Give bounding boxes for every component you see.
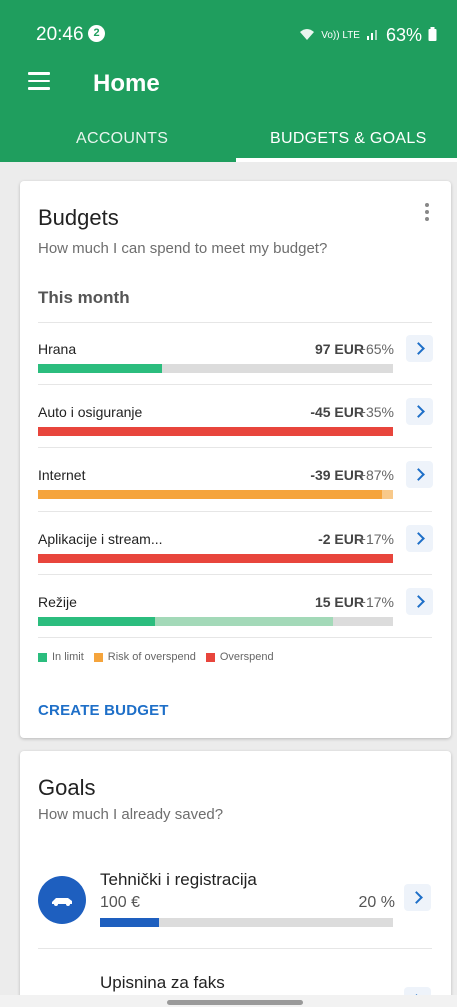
budget-percent: −17% [357,594,394,610]
car-icon [38,876,86,924]
goal-percent: 20 % [358,894,395,911]
budget-percent: +17% [357,531,394,547]
legend-label: Overspend [219,651,274,663]
budget-amount: -45 EUR [310,404,364,420]
divider [38,637,432,638]
divider [38,384,432,385]
budget-progress-fill [38,554,393,563]
create-budget-button[interactable]: CREATE BUDGET [38,702,169,719]
more-options-icon[interactable] [425,203,429,224]
budgets-subtitle: How much I can spend to meet my budget? [38,240,328,257]
budget-progress-fill [155,617,333,626]
budget-amount: -39 EUR [310,467,364,483]
budget-name: Aplikacije i stream... [38,531,163,547]
notification-count-badge: 2 [88,25,105,42]
budget-amount: 15 EUR [314,594,364,610]
goal-progress-bar [100,918,393,927]
budget-progress-fill [38,364,163,373]
divider [38,574,432,575]
wifi-icon [299,25,315,46]
signal-icon [366,25,380,46]
battery-label: 63% [385,25,422,45]
status-time: 20:46 [36,24,84,45]
divider [38,447,432,448]
goal-name: Tehnički i registracija [100,870,257,889]
budgets-card: Budgets How much I can spend to meet my … [20,181,451,738]
active-tab-indicator [236,158,457,162]
budget-amount: 97 EUR [314,341,364,357]
chevron-right-icon[interactable] [406,588,433,615]
status-bar: 20:46 2 Vo)) LTE 63% [0,0,457,46]
period-label: This month [38,288,130,307]
budget-progress-bar [38,554,393,563]
budget-progress-bar [38,364,393,373]
divider [38,322,432,323]
goals-title: Goals [38,775,96,800]
budgets-title: Budgets [38,205,119,230]
budget-percent: +35% [357,404,394,420]
goals-card: Goals How much I already saved? Tehnički… [20,751,451,1007]
chevron-right-icon[interactable] [406,525,433,552]
budget-row[interactable]: Auto i osiguranje -45 EUR +35% [20,398,451,464]
status-icons: Vo)) LTE 63% [299,25,437,46]
legend-item-in-limit: In limit [38,651,84,663]
budget-progress-fill [38,427,393,436]
network-label: Vo)) LTE [321,30,360,41]
tab-budgets-goals[interactable]: BUDGETS & GOALS [270,130,427,148]
legend-swatch [93,652,103,662]
budget-row[interactable]: Aplikacije i stream... -2 EUR +17% [20,525,451,591]
budget-progress-fill [38,617,156,626]
chevron-right-icon[interactable] [406,335,433,362]
goals-subtitle: How much I already saved? [38,806,224,823]
budget-name: Auto i osiguranje [38,404,143,420]
goal-row[interactable]: Tehnički i registracija 100 € 20 % [20,870,451,936]
home-gesture-bar[interactable] [167,1000,303,1005]
hamburger-menu-icon[interactable] [28,72,50,90]
budget-row[interactable]: Internet -39 EUR +87% [20,461,451,527]
goal-amount: 100 € [100,894,141,911]
legend-swatch [205,652,215,662]
budget-progress-bar [38,617,393,626]
budget-percent: −65% [357,341,394,357]
legend-label: In limit [52,651,84,663]
budget-legend: In limit Risk of overspend Overspend [38,651,284,663]
divider [38,511,432,512]
budget-percent: +87% [357,467,394,483]
legend-label: Risk of overspend [107,651,196,663]
battery-icon [428,25,437,46]
legend-item-risk: Risk of overspend [93,651,196,663]
budget-progress-bar [38,490,393,499]
divider [38,948,432,949]
legend-swatch [38,652,47,662]
chevron-right-icon[interactable] [406,398,433,425]
chevron-right-icon[interactable] [404,884,431,911]
goal-progress-fill [100,918,159,927]
budget-progress-bar [38,427,393,436]
budget-progress-fill [38,490,383,499]
budget-name: Hrana [38,341,77,357]
chevron-right-icon[interactable] [406,461,433,488]
goal-name: Upisnina za faks [100,973,225,992]
tab-accounts[interactable]: ACCOUNTS [76,130,168,148]
budget-row[interactable]: Režije 15 EUR −17% [20,588,451,654]
app-bar: Home ACCOUNTS BUDGETS & GOALS [0,46,457,162]
budget-row[interactable]: Hrana 97 EUR −65% [20,335,451,401]
budget-name: Režije [38,594,77,610]
page-title: Home [93,70,160,97]
budget-name: Internet [38,467,86,483]
legend-item-overspend: Overspend [205,651,274,663]
budget-progress-fill [382,490,393,499]
